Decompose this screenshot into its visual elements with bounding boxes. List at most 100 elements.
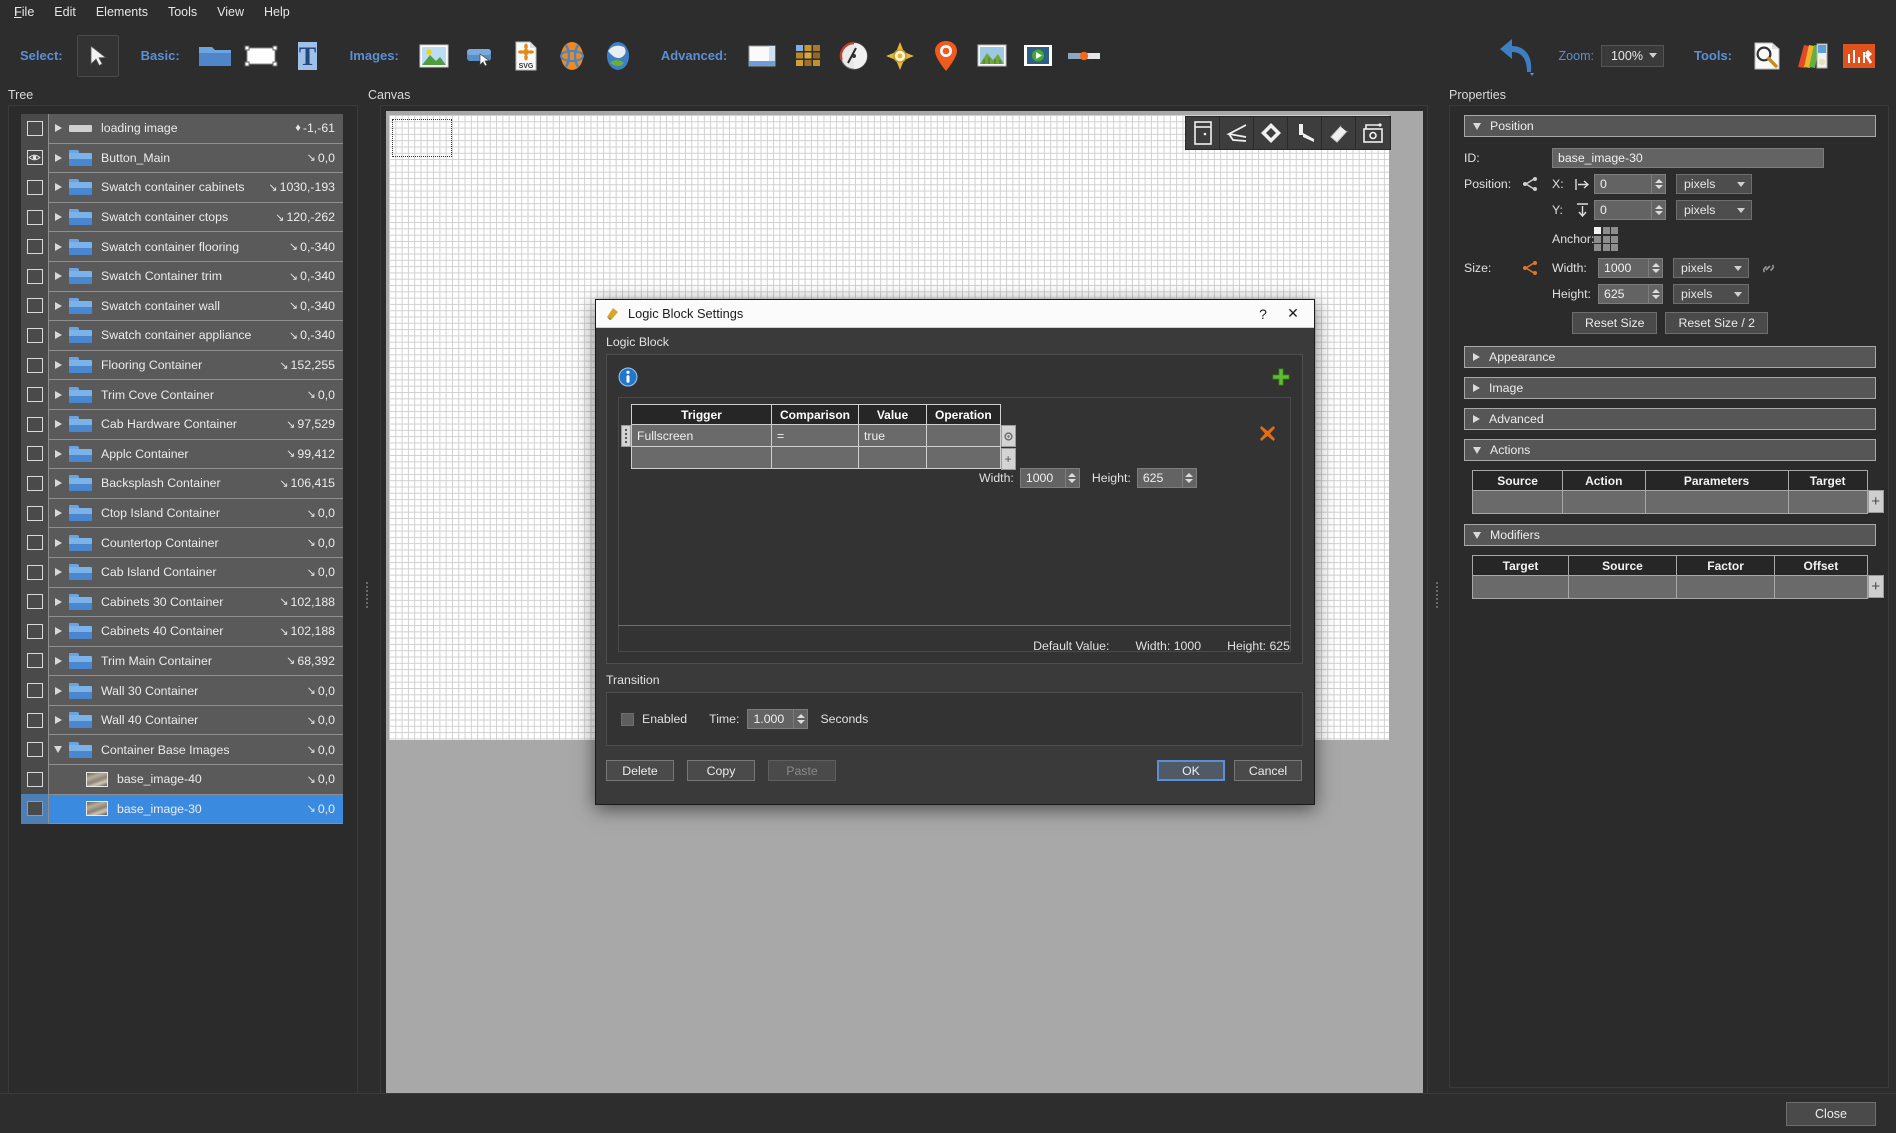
actions-cell-target[interactable]: [1787, 490, 1868, 514]
tree-row-countertop-container[interactable]: Countertop Container ↘ 0,0: [21, 527, 343, 558]
dialog-height-input[interactable]: [1136, 468, 1182, 488]
section-header-modifiers[interactable]: Modifiers: [1464, 524, 1876, 546]
visibility-toggle[interactable]: [21, 409, 49, 440]
zoom-select[interactable]: 100%: [1600, 44, 1664, 67]
logic-row-settings-button[interactable]: [1000, 425, 1016, 447]
reset-size-button[interactable]: Reset Size: [1571, 312, 1658, 334]
expand-toggle[interactable]: [49, 449, 67, 458]
height-input[interactable]: [1598, 284, 1648, 304]
slider-tool[interactable]: [1063, 35, 1105, 77]
tree-row-base-image-40[interactable]: base_image-40 ↘ 0,0: [21, 764, 343, 795]
visibility-toggle[interactable]: [21, 172, 49, 203]
y-spinner[interactable]: [1594, 200, 1666, 220]
table-row[interactable]: [1472, 575, 1868, 599]
anchor-cell-top-left[interactable]: [1594, 227, 1601, 234]
dialog-title-bar[interactable]: Logic Block Settings ? ✕: [596, 300, 1314, 328]
logic-row-add-button[interactable]: +: [1000, 448, 1016, 470]
tree-row-swatch-container-wall[interactable]: Swatch container wall ↘ 0,-340: [21, 291, 343, 322]
y-units-select[interactable]: pixels: [1676, 200, 1752, 220]
expand-toggle[interactable]: [49, 183, 67, 192]
visibility-toggle[interactable]: [21, 231, 49, 262]
anchor-cell-middle-center[interactable]: [1602, 235, 1610, 243]
ceiling-tool-button[interactable]: [1220, 117, 1254, 149]
modifiers-table[interactable]: Target Source Factor Offset: [1472, 555, 1868, 599]
tree-row-backsplash-container[interactable]: Backsplash Container ↘ 106,415: [21, 468, 343, 499]
reset-size-half-button[interactable]: Reset Size / 2: [1665, 312, 1769, 334]
magnifier-page-tool[interactable]: [1746, 35, 1788, 77]
tree-row-ctop-island-container[interactable]: Ctop Island Container ↘ 0,0: [21, 498, 343, 529]
logic-cell-value[interactable]: true: [858, 424, 928, 447]
x-units-select[interactable]: pixels: [1676, 174, 1752, 194]
expand-toggle[interactable]: [49, 124, 67, 133]
visibility-toggle[interactable]: [21, 587, 49, 617]
map-image-tool[interactable]: [597, 35, 639, 77]
size-link-icon[interactable]: [1522, 260, 1552, 276]
expand-toggle[interactable]: [49, 361, 67, 370]
expand-toggle[interactable]: [49, 627, 67, 636]
visibility-toggle[interactable]: [21, 675, 49, 706]
logic-cell-trigger-empty[interactable]: [631, 446, 772, 469]
section-header-position[interactable]: Position: [1464, 115, 1876, 137]
paint-roller-tool-button[interactable]: [1322, 117, 1356, 149]
actions-cell-parameters[interactable]: [1644, 490, 1789, 514]
height-spin-buttons[interactable]: [1648, 284, 1663, 304]
gauge-tool[interactable]: [833, 35, 875, 77]
map-pin-tool[interactable]: [925, 35, 967, 77]
folder-tool[interactable]: [194, 35, 236, 77]
tree-row-cabinets-30-container[interactable]: Cabinets 30 Container ↘ 102,188: [21, 587, 343, 618]
anchor-cell-bottom-right[interactable]: [1611, 244, 1618, 251]
picture-tool[interactable]: [413, 35, 455, 77]
anchor-cell-bottom-center[interactable]: [1602, 244, 1610, 251]
grid-tiles-tool[interactable]: [787, 35, 829, 77]
width-units-select[interactable]: pixels: [1673, 258, 1749, 278]
menu-help[interactable]: Help: [254, 2, 300, 22]
dialog-width-spin-buttons[interactable]: [1064, 468, 1080, 488]
color-swatch-tool[interactable]: [1792, 35, 1834, 77]
table-row[interactable]: Fullscreen = true: [631, 424, 1001, 447]
modifiers-cell-source[interactable]: [1567, 575, 1678, 599]
logic-cell-trigger[interactable]: Fullscreen: [631, 424, 772, 447]
tree-row-swatch-container-trim[interactable]: Swatch Container trim ↘ 0,-340: [21, 261, 343, 292]
add-logic-row-button[interactable]: [1272, 368, 1290, 389]
delete-logic-block-button[interactable]: [1259, 425, 1276, 445]
expand-toggle[interactable]: [49, 301, 67, 310]
visibility-toggle[interactable]: [21, 379, 49, 410]
table-row[interactable]: [631, 446, 1001, 469]
anchor-cell-middle-right[interactable]: [1611, 235, 1618, 243]
section-header-image[interactable]: Image: [1464, 377, 1876, 399]
expand-toggle[interactable]: [49, 213, 67, 222]
id-input[interactable]: [1552, 148, 1824, 168]
tree-row-wall-40-container[interactable]: Wall 40 Container ↘ 0,0: [21, 705, 343, 736]
window-layout-tool[interactable]: [741, 35, 783, 77]
dialog-height-spin-buttons[interactable]: [1181, 468, 1197, 488]
logic-info-button[interactable]: [618, 367, 638, 390]
logic-row-drag-handle[interactable]: [621, 425, 631, 447]
table-row[interactable]: [1472, 490, 1868, 514]
visibility-toggle[interactable]: [21, 113, 49, 144]
logic-rule-table[interactable]: Trigger Comparison Value Operation Fulls…: [631, 404, 1001, 469]
visibility-toggle[interactable]: [21, 498, 49, 528]
visibility-toggle[interactable]: [21, 646, 49, 676]
anchor-cell-bottom-left[interactable]: [1594, 244, 1601, 251]
close-button[interactable]: Close: [1786, 1101, 1876, 1126]
width-spin-buttons[interactable]: [1648, 258, 1663, 278]
counter-tool-button[interactable]: [1288, 117, 1322, 149]
menu-view[interactable]: View: [207, 2, 254, 22]
compass-tool[interactable]: [879, 35, 921, 77]
x-spinner[interactable]: [1594, 174, 1666, 194]
globe-image-tool[interactable]: [551, 35, 593, 77]
expand-toggle[interactable]: [49, 272, 67, 281]
logic-cell-value-empty[interactable]: [858, 446, 928, 469]
tree-row-cab-island-container[interactable]: Cab Island Container ↘ 0,0: [21, 557, 343, 588]
aspect-lock-button[interactable]: [1761, 261, 1778, 276]
y-spin-buttons[interactable]: [1651, 200, 1666, 220]
actions-cell-action[interactable]: [1561, 490, 1646, 514]
tree-row-applc-container[interactable]: Applc Container ↘ 99,412: [21, 439, 343, 470]
menu-file[interactable]: FFile: [4, 2, 44, 22]
video-tool[interactable]: [1017, 35, 1059, 77]
tree-row-swatch-container-ctops[interactable]: Swatch container ctops ↘ 120,-262: [21, 202, 343, 233]
logic-cell-comparison-empty[interactable]: [770, 446, 860, 469]
tree-row-trim-main-container[interactable]: Trim Main Container ↘ 68,392: [21, 646, 343, 677]
dialog-help-button[interactable]: ?: [1248, 301, 1278, 327]
tree-row-swatch-container-flooring[interactable]: Swatch container flooring ↘ 0,-340: [21, 231, 343, 262]
